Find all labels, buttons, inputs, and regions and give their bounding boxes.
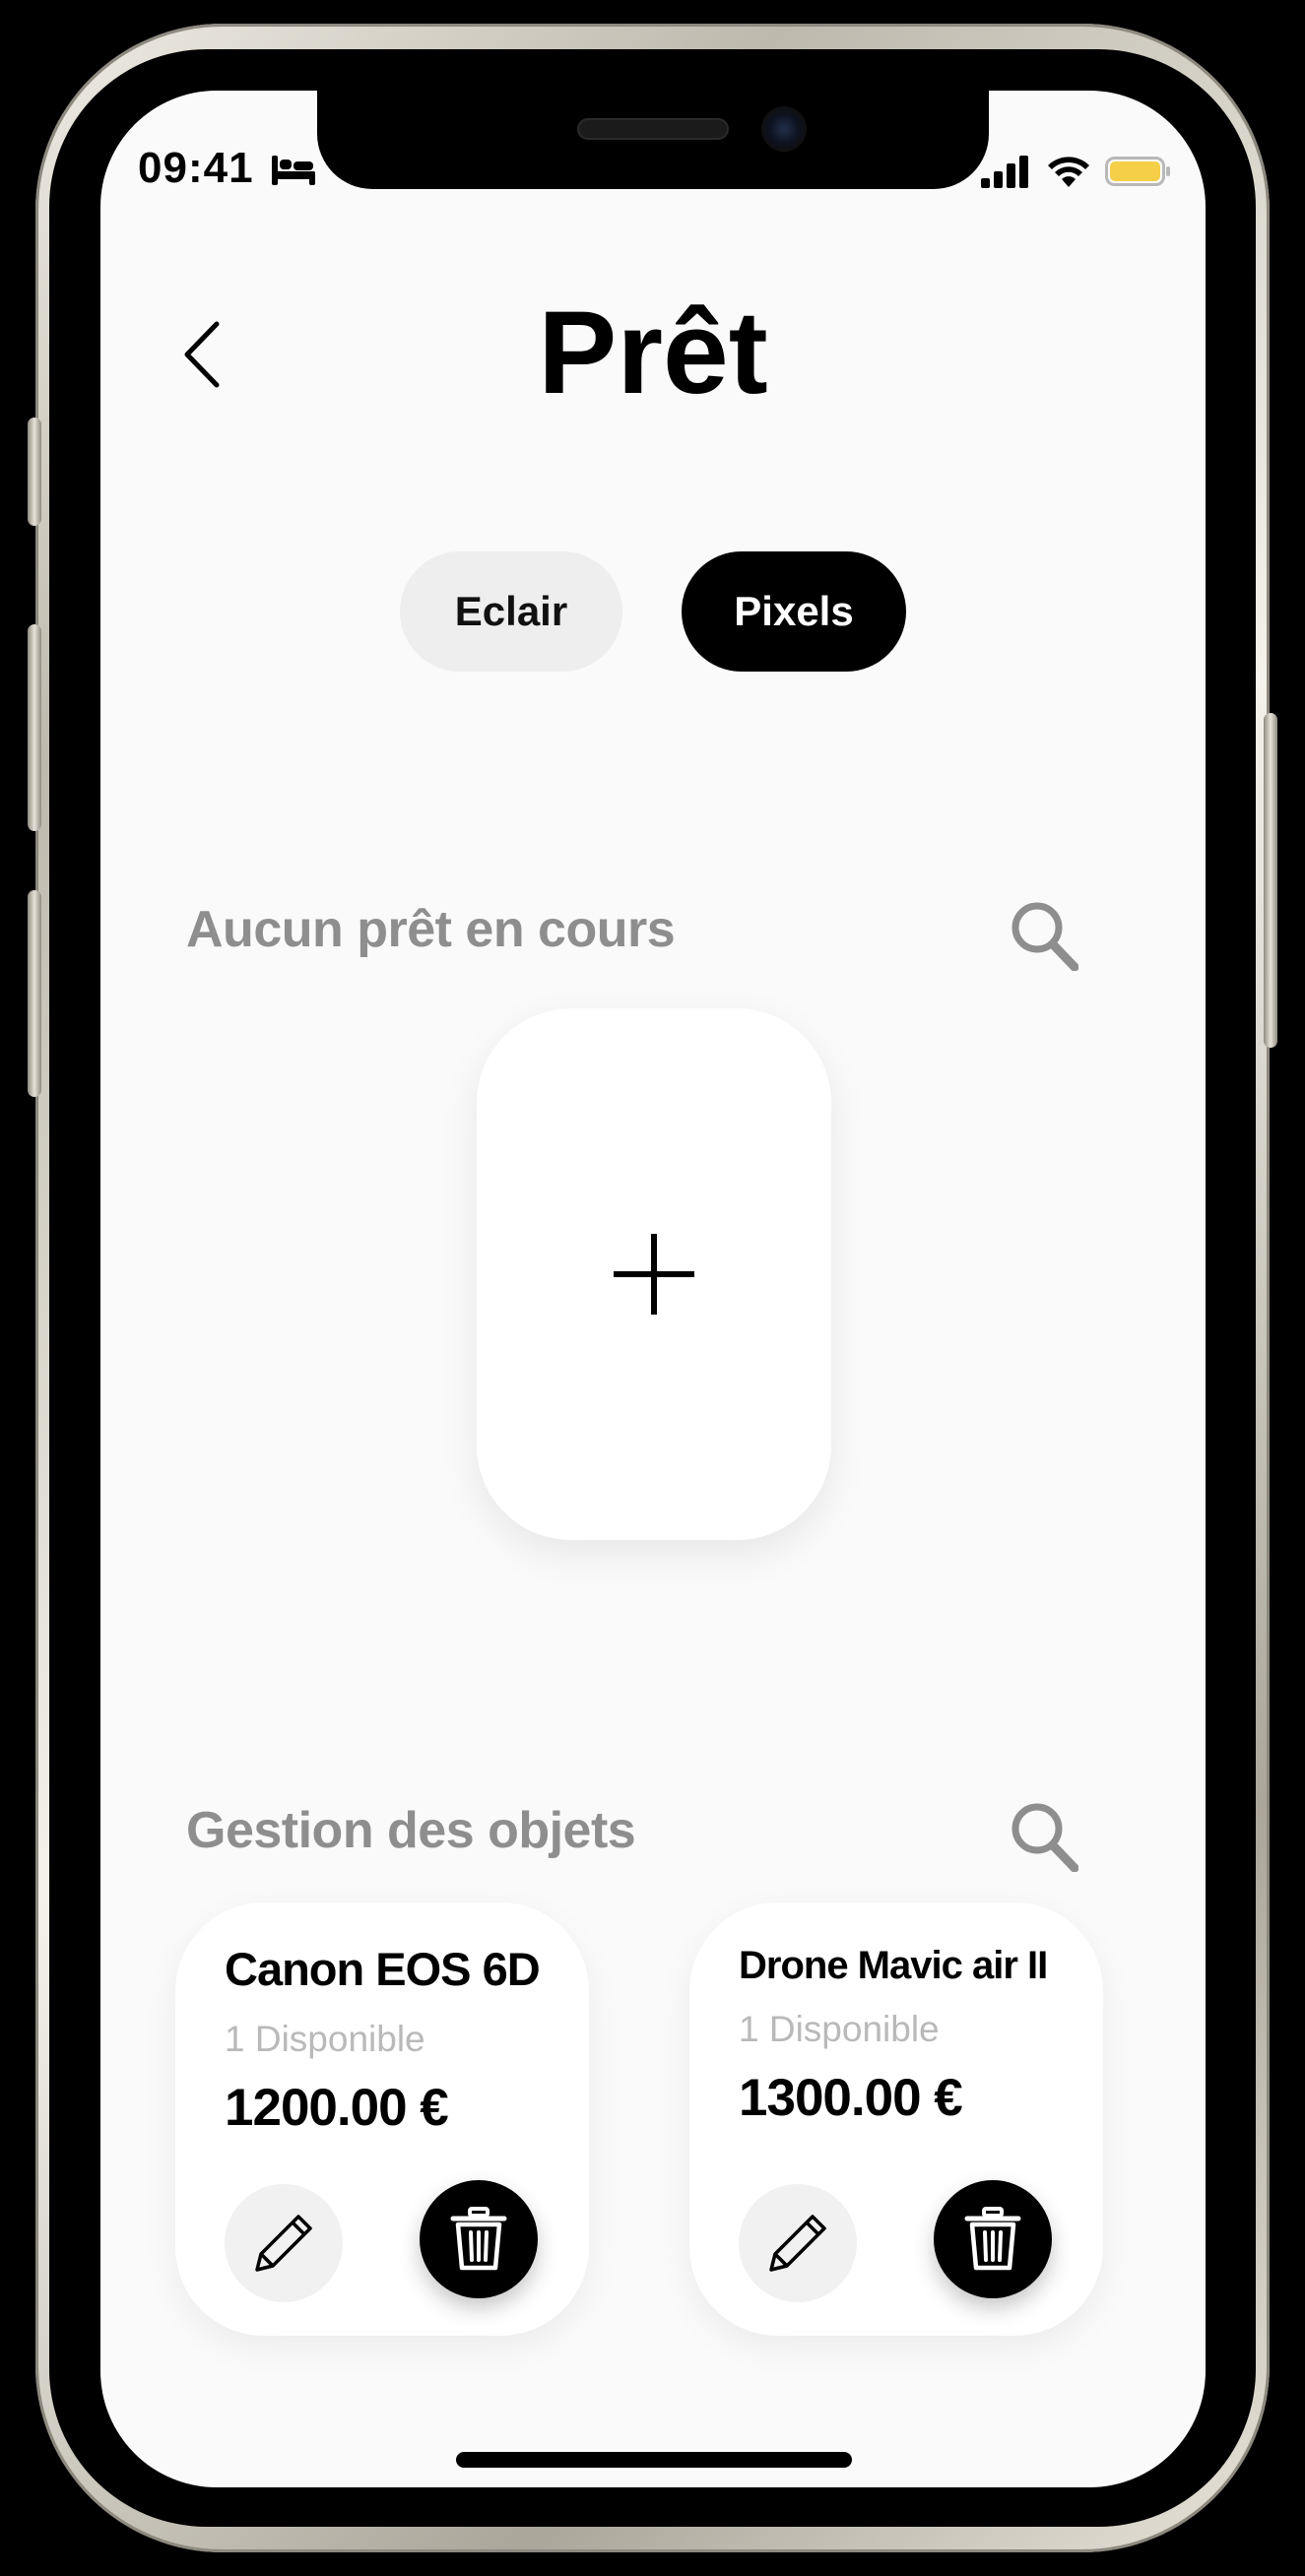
toggle-eclair[interactable]: Eclair [400,551,622,672]
item-card[interactable]: Drone Mavic air II 1 Disponible 1300.00 … [689,1902,1103,2336]
ringer-switch [28,418,41,526]
loans-search-button[interactable] [1005,896,1083,975]
front-camera [761,106,807,152]
bed-icon [272,156,315,185]
item-price: 1300.00 € [739,2069,963,2127]
pencil-icon [255,2215,312,2272]
item-price: 1200.00 € [225,2079,449,2137]
objects-section-title: Gestion des objets [186,1802,636,1859]
status-time: 09:41 [138,144,254,192]
item-availability: 1 Disponible [739,2009,940,2049]
item-name: Canon EOS 6D [225,1943,541,1995]
search-icon [1011,902,1078,971]
item-card[interactable]: Canon EOS 6D 1 Disponible 1200.00 € [175,1902,589,2336]
notch [317,91,989,189]
cellular-signal-icon [981,156,1028,188]
volume-down-button [28,890,41,1097]
battery-icon [1105,157,1170,186]
page-title: Prêt [538,287,768,419]
loans-section-title: Aucun prêt en cours [186,901,676,958]
plus-icon [614,1234,694,1315]
objects-search-button[interactable] [1005,1797,1083,1876]
trash-icon [450,2207,507,2271]
item-availability: 1 Disponible [225,2019,425,2059]
wifi-icon [1048,157,1089,187]
pencil-icon [769,2215,826,2272]
edit-item-button[interactable] [225,2184,343,2302]
item-name: Drone Mavic air II [739,1944,1048,1987]
toggle-pixels[interactable]: Pixels [682,551,906,672]
delete-item-button[interactable] [934,2180,1052,2298]
app-screen: 09:41 Prêt Eclair Pixels Aucun prêt en c… [100,91,1206,2487]
home-indicator[interactable] [456,2452,852,2468]
trash-icon [964,2207,1021,2271]
add-loan-button[interactable] [477,1008,831,1540]
status-icons [979,152,1172,191]
volume-up-button [28,624,41,831]
power-button [1264,713,1277,1048]
search-icon [1011,1803,1078,1872]
earpiece-speaker [577,118,729,140]
delete-item-button[interactable] [420,2180,538,2298]
edit-item-button[interactable] [739,2184,857,2302]
